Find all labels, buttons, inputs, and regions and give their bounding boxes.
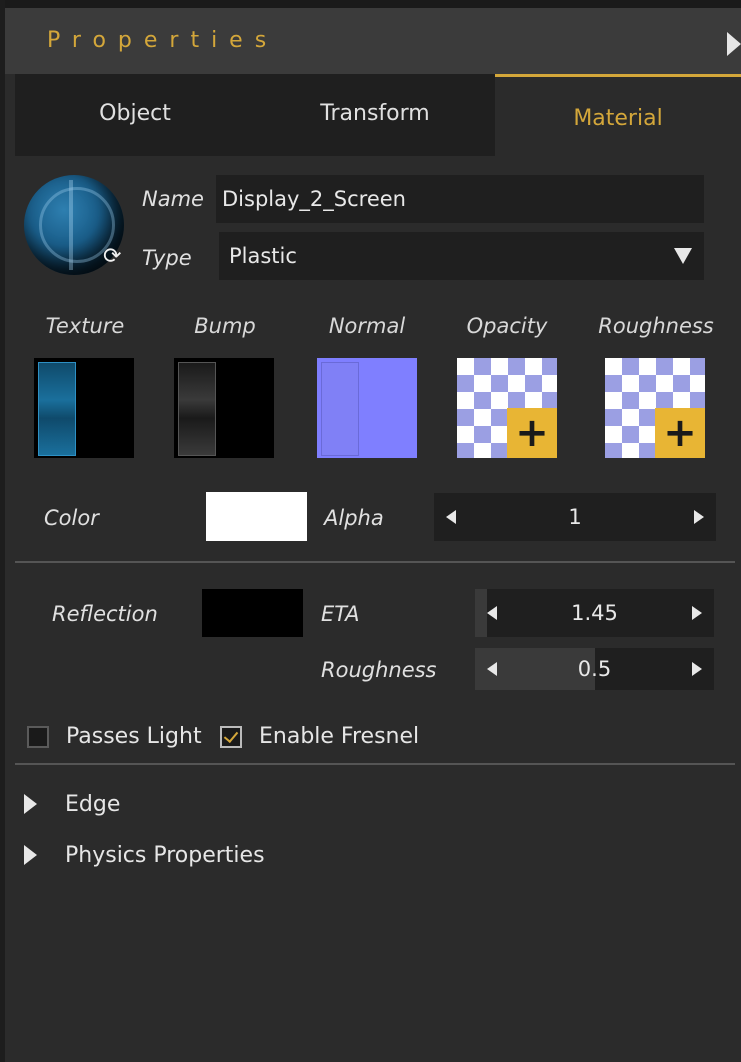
bump-thumbnail: [178, 362, 216, 456]
name-label: Name: [142, 187, 204, 211]
roughness-value: 0.5: [577, 657, 612, 681]
enable-fresnel-label: Enable Fresnel: [259, 724, 420, 749]
properties-panel: Properties Object Transform Material ⟳ N…: [0, 0, 741, 1062]
dropdown-arrow-icon: [674, 248, 692, 264]
tab-transform[interactable]: Transform: [255, 74, 495, 156]
roughness-map-label: Roughness: [598, 314, 714, 338]
reflection-label: Reflection: [52, 602, 158, 626]
roughness-spinner[interactable]: 0.5: [475, 648, 714, 690]
eta-spinner[interactable]: 1.45: [475, 589, 714, 637]
passes-light-checkbox[interactable]: [27, 726, 49, 748]
normal-map-slot[interactable]: [317, 358, 417, 458]
normal-thumbnail: [321, 362, 359, 456]
alpha-label: Alpha: [324, 506, 384, 530]
roughness-map-slot[interactable]: +: [605, 358, 705, 458]
enable-fresnel-checkbox[interactable]: [220, 726, 242, 748]
increment-arrow-icon[interactable]: [692, 606, 702, 620]
alpha-spinner[interactable]: 1: [434, 493, 716, 541]
texture-label: Texture: [45, 314, 125, 338]
refresh-icon[interactable]: ⟳: [103, 244, 121, 269]
panel-title: Properties: [47, 28, 279, 53]
checkmark-icon: [223, 727, 239, 744]
expand-edge-icon[interactable]: [24, 794, 37, 814]
left-edge: [0, 0, 5, 1062]
add-roughness-map-icon[interactable]: +: [655, 408, 705, 458]
divider: [15, 763, 735, 765]
normal-label: Normal: [328, 314, 406, 338]
opacity-map-slot[interactable]: +: [457, 358, 557, 458]
expand-physics-icon[interactable]: [24, 845, 37, 865]
opacity-label: Opacity: [466, 314, 548, 338]
color-label: Color: [44, 506, 99, 530]
add-opacity-map-icon[interactable]: +: [507, 408, 557, 458]
texture-thumbnail: [38, 362, 76, 456]
roughness-label: Roughness: [321, 658, 437, 682]
tab-object[interactable]: Object: [15, 74, 255, 156]
increment-arrow-icon[interactable]: [694, 510, 704, 524]
section-physics-properties[interactable]: Physics Properties: [65, 843, 265, 868]
section-edge[interactable]: Edge: [65, 792, 120, 817]
name-input[interactable]: Display_2_Screen: [216, 175, 704, 223]
divider: [15, 561, 735, 563]
eta-value: 1.45: [571, 601, 618, 625]
bump-label: Bump: [194, 314, 256, 338]
texture-map-slot[interactable]: [34, 358, 134, 458]
alpha-value: 1: [568, 505, 582, 529]
increment-arrow-icon[interactable]: [692, 662, 702, 676]
bump-map-slot[interactable]: [174, 358, 274, 458]
type-label: Type: [142, 246, 192, 270]
passes-light-label: Passes Light: [66, 724, 202, 749]
color-swatch[interactable]: [206, 492, 307, 541]
panel-header: Properties: [5, 8, 741, 74]
type-value: Plastic: [229, 244, 297, 268]
tab-material[interactable]: Material: [495, 74, 741, 156]
type-dropdown[interactable]: Plastic: [219, 232, 704, 280]
tab-bar: Object Transform Material: [15, 74, 741, 156]
reflection-swatch[interactable]: [202, 589, 303, 637]
eta-label: ETA: [321, 602, 360, 626]
name-value: Display_2_Screen: [222, 187, 406, 211]
collapse-arrow-icon[interactable]: [727, 32, 741, 56]
top-bar: [0, 0, 741, 8]
